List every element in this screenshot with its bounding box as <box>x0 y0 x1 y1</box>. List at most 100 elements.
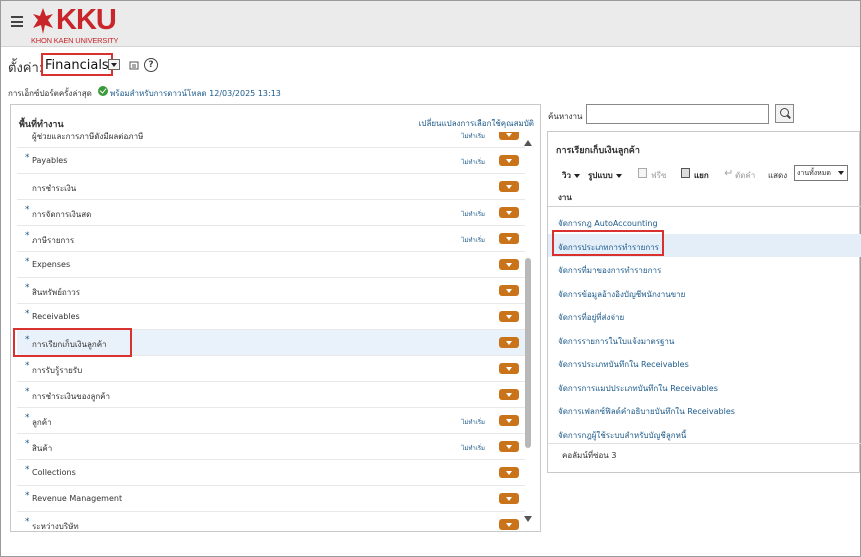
functional-area-row[interactable]: ผู้ช่วยและการภาษีดังมีผลต่อภาษี ไม่ทำเริ่… <box>17 132 525 148</box>
required-star: * <box>25 257 30 267</box>
scroll-down-arrow[interactable] <box>524 516 532 522</box>
change-feature-opt-in-link[interactable]: เปลี่ยนแปลงการเลือกใช้คุณสมบัติ <box>419 117 534 130</box>
detach-button[interactable]: แยก <box>694 169 709 182</box>
task-row[interactable]: จัดการข้อมูลอ้างอิงบัญชีพนักงานขาย <box>548 281 861 304</box>
actions-dropdown-icon[interactable] <box>499 155 519 166</box>
task-row[interactable]: จัดการประเภทการทำรายการ <box>548 233 861 257</box>
show-tasks-select[interactable]: งานทั้งหมด <box>794 165 848 181</box>
actions-dropdown-icon[interactable] <box>499 285 519 296</box>
menu-icon[interactable] <box>11 16 23 27</box>
required-star: * <box>25 413 30 423</box>
detach-icon[interactable] <box>681 168 690 178</box>
functional-area-row[interactable]: * ระหว่างบริษัท <box>17 512 525 530</box>
actions-dropdown-icon[interactable] <box>499 519 519 530</box>
functional-area-row[interactable]: * Revenue Management <box>17 486 525 512</box>
task-row[interactable]: จัดการเฟลกซ์ฟิลด์คำอธิบายบันทึกใน Receiv… <box>548 398 861 421</box>
actions-dropdown-icon[interactable] <box>499 132 519 140</box>
task-link[interactable]: จัดการรายการในใบแจ้งมาตรฐาน <box>558 335 674 348</box>
task-row[interactable]: จัดการกฎผู้ใช้ระบบสำหรับบัญชีลูกหนี้ <box>548 422 861 445</box>
kku-logo[interactable]: KKU KHON KAEN UNIVERSITY <box>31 4 131 46</box>
task-link[interactable]: จัดการที่มาของการทำรายการ <box>558 264 661 277</box>
required-star: * <box>25 517 30 527</box>
functional-area-label: ผู้ช่วยและการภาษีดังมีผลต่อภาษี <box>32 132 144 141</box>
task-row[interactable]: จัดการรายการในใบแจ้งมาตรฐาน <box>548 328 861 351</box>
view-menu[interactable]: วิว <box>562 169 580 182</box>
task-link[interactable]: จัดการกฎ AutoAccounting <box>558 217 658 230</box>
functional-area-row[interactable]: * การเรียกเก็บเงินลูกค้า <box>17 330 525 356</box>
task-list-panel: การเรียกเก็บเงินลูกค้า วิว รูปแบบ ฟรีซ แ… <box>547 131 861 473</box>
actions-dropdown-icon[interactable] <box>499 415 519 426</box>
functional-area-label: Collections <box>32 468 76 477</box>
search-tasks-label: ค้นหางาน <box>548 112 583 121</box>
help-icon[interactable]: ? <box>144 58 158 72</box>
export-download-link[interactable]: พร้อมสำหรับการดาวน์โหลด 12/03/2025 13:13 <box>110 87 281 100</box>
functional-area-row[interactable]: * ภาษีรายการ ไม่ทำเริ่ม <box>17 226 525 252</box>
actions-dropdown-icon[interactable] <box>499 493 519 504</box>
search-icon[interactable] <box>775 104 794 123</box>
task-link[interactable]: จัดการประเภทการทำรายการ <box>558 241 659 254</box>
actions-dropdown-icon[interactable] <box>499 259 519 270</box>
functional-area-label: ภาษีรายการ <box>32 236 75 245</box>
area-status-text: ไม่ทำเริ่ม <box>461 211 485 218</box>
task-link[interactable]: จัดการเฟลกซ์ฟิลด์คำอธิบายบันทึกใน Receiv… <box>558 405 735 418</box>
format-menu[interactable]: รูปแบบ <box>588 169 622 182</box>
setup-offering-value[interactable]: Financials <box>41 53 113 76</box>
actions-dropdown-icon[interactable] <box>499 441 519 452</box>
actions-dropdown-icon[interactable] <box>499 363 519 374</box>
task-row[interactable]: จัดการที่อยู่ที่ส่งจ่าย <box>548 304 861 327</box>
functional-area-label: ลูกค้า <box>32 418 52 427</box>
area-status-text: ไม่ทำเริ่ม <box>461 419 485 426</box>
scroll-up-arrow[interactable] <box>524 140 532 146</box>
functional-area-row[interactable]: * การชำระเงินของลูกค้า <box>17 382 525 408</box>
required-star: * <box>25 361 30 371</box>
required-star: * <box>25 205 30 215</box>
task-row[interactable]: จัดการกฎ AutoAccounting <box>548 210 861 233</box>
functional-area-label: การรับรู้รายรับ <box>32 366 83 375</box>
functional-area-label: การชำระเงินของลูกค้า <box>32 392 111 401</box>
functional-area-row[interactable]: * สินค้า ไม่ทำเริ่ม <box>17 434 525 460</box>
task-row[interactable]: จัดการประเภทบันทึกใน Receivables <box>548 351 861 374</box>
required-star: * <box>25 283 30 293</box>
task-link[interactable]: จัดการที่อยู่ที่ส่งจ่าย <box>558 311 624 324</box>
task-link[interactable]: จัดการประเภทบันทึกใน Receivables <box>558 358 689 371</box>
actions-dropdown-icon[interactable] <box>499 207 519 218</box>
required-star: * <box>25 153 30 163</box>
actions-dropdown-icon[interactable] <box>499 311 519 322</box>
actions-dropdown-icon[interactable] <box>499 389 519 400</box>
functional-area-row[interactable]: * การรับรู้รายรับ <box>17 356 525 382</box>
actions-dropdown-icon[interactable] <box>499 337 519 348</box>
export-icon[interactable] <box>129 60 140 71</box>
functional-area-row[interactable]: * Expenses <box>17 252 525 278</box>
functional-area-row[interactable]: * สินทรัพย์ถาวร <box>17 278 525 304</box>
list-scrollbar[interactable] <box>523 138 533 526</box>
functional-area-row[interactable]: * Payables ไม่ทำเริ่ม <box>17 148 525 174</box>
functional-area-row[interactable]: * ลูกค้า ไม่ทำเริ่ม <box>17 408 525 434</box>
area-status-text: ไม่ทำเริ่ม <box>461 237 485 244</box>
task-link[interactable]: จัดการกฎผู้ใช้ระบบสำหรับบัญชีลูกหนี้ <box>558 429 686 442</box>
task-link[interactable]: จัดการการแมปประเภทบันทึกใน Receivables <box>558 382 718 395</box>
area-status-text: ไม่ทำเริ่ม <box>461 445 485 452</box>
search-tasks-input[interactable] <box>586 104 769 124</box>
functional-area-row[interactable]: * Collections <box>17 460 525 486</box>
task-row[interactable]: จัดการการแมปประเภทบันทึกใน Receivables <box>548 375 861 398</box>
hidden-columns-footer: คอลัมน์ที่ซ่อน 3 <box>548 443 861 463</box>
task-link[interactable]: จัดการข้อมูลอ้างอิงบัญชีพนักงานขาย <box>558 288 685 301</box>
functional-area-row[interactable]: * Receivables <box>17 304 525 330</box>
wrap-icon <box>724 168 733 178</box>
task-row[interactable]: จัดการที่มาของการทำรายการ <box>548 257 861 280</box>
freeze-icon <box>638 168 647 178</box>
functional-area-row[interactable]: * การจัดการเงินสด ไม่ทำเริ่ม <box>17 200 525 226</box>
required-star: * <box>25 491 30 501</box>
actions-dropdown-icon[interactable] <box>499 233 519 244</box>
functional-area-label: Revenue Management <box>32 494 123 503</box>
offering-dropdown-button[interactable] <box>108 59 120 70</box>
actions-dropdown-icon[interactable] <box>499 467 519 478</box>
wrap-button: ตัดคำ <box>735 171 756 180</box>
check-icon <box>98 86 108 96</box>
required-star: * <box>25 439 30 449</box>
functional-area-row[interactable]: การชำระเงิน <box>17 174 525 200</box>
functional-area-label: Payables <box>32 156 68 165</box>
task-column-header[interactable]: งาน <box>548 187 861 207</box>
scroll-thumb[interactable] <box>525 258 531 448</box>
actions-dropdown-icon[interactable] <box>499 181 519 192</box>
